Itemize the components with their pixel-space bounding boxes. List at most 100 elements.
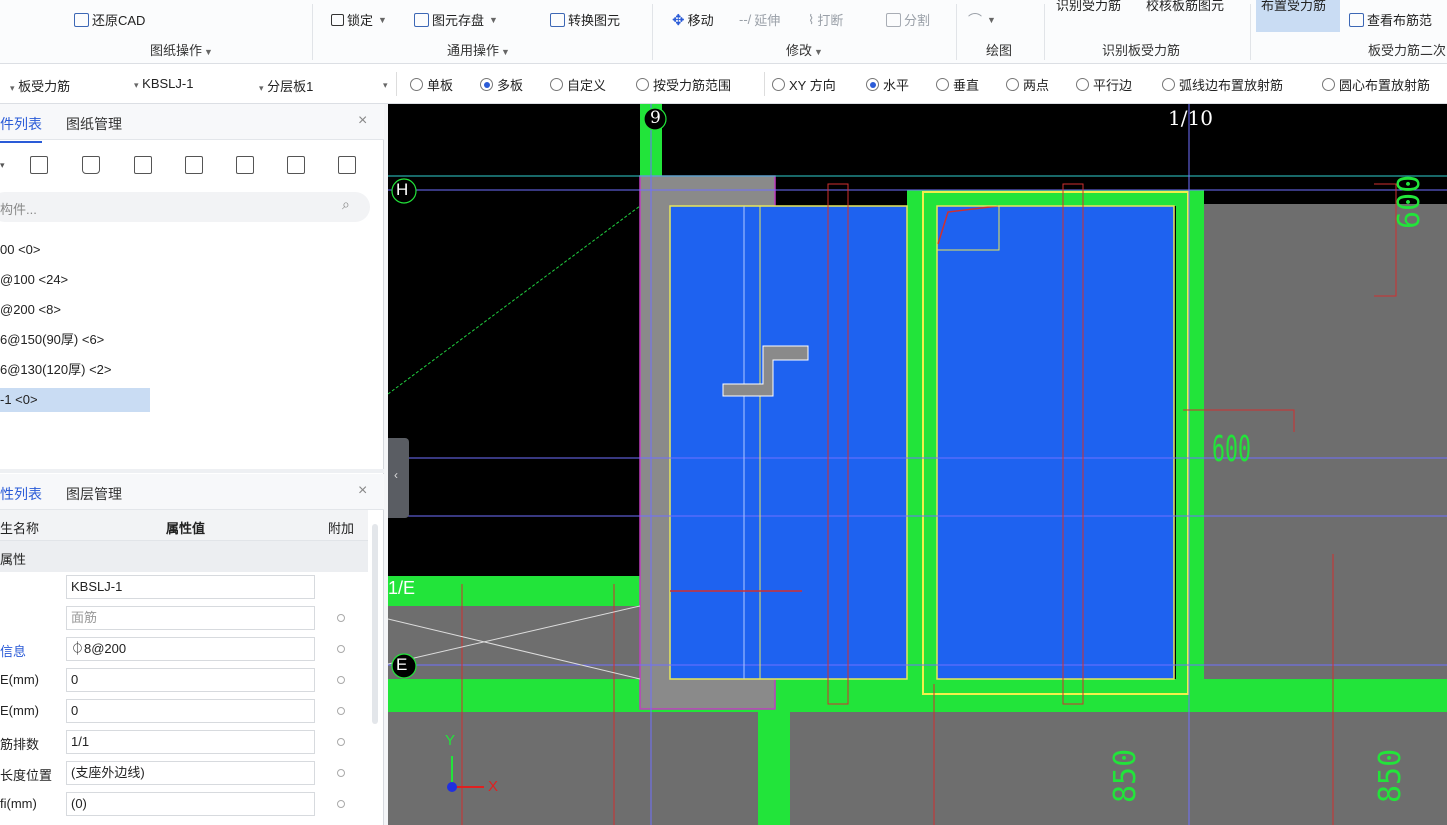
extra-checkbox[interactable] — [337, 645, 345, 653]
tab-property-list[interactable]: 性列表 — [0, 484, 42, 513]
category-select[interactable]: ▾ 板受力筋 — [8, 76, 70, 95]
component-tabbar: 件列表 图纸管理 × — [0, 104, 384, 143]
radio-option[interactable]: 圆心布置放射筋 — [1322, 75, 1430, 94]
place-rebar-button[interactable]: 布置受力筋 — [1256, 0, 1340, 32]
tree-item[interactable]: @200 <8> — [0, 298, 61, 322]
tree-item[interactable]: @100 <24> — [0, 268, 68, 292]
property-scrollbar[interactable] — [372, 524, 378, 724]
property-value-field[interactable]: 0 — [66, 668, 315, 692]
radio-option[interactable]: 弧线边布置放射筋 — [1162, 75, 1283, 94]
property-value-field[interactable]: (0) — [66, 792, 315, 816]
property-value-field[interactable]: KBSLJ-1 — [66, 575, 315, 599]
layer-select-arrow[interactable]: ▾ — [381, 76, 388, 91]
split-button[interactable]: 分割 — [886, 10, 930, 29]
chevron-down-icon[interactable]: ▾ — [0, 160, 5, 171]
group-general-ops[interactable]: 通用操作 ▼ — [447, 40, 510, 59]
property-row: 筋排数 1/1 — [0, 727, 384, 758]
left-panel: 件列表 图纸管理 × ▾ 构件... ⌕ 00 <0> @100 <24> @200… — [0, 104, 384, 825]
component-select[interactable]: ▾ KBSLJ-1 — [132, 76, 193, 91]
radio-circle[interactable] — [480, 78, 493, 91]
delete-icon[interactable] — [82, 156, 100, 174]
property-value-field[interactable]: 0 — [66, 699, 315, 723]
arc-draw-button[interactable]: ⌒ ▼ — [968, 10, 996, 30]
convert-elements-button[interactable]: 转换图元 — [550, 10, 620, 29]
copy-icon[interactable] — [30, 156, 48, 174]
radio-circle[interactable] — [866, 78, 879, 91]
lock-button[interactable]: 锁定 ▼ — [331, 10, 387, 29]
property-value-field[interactable]: 1/1 — [66, 730, 315, 754]
radio-circle[interactable] — [936, 78, 949, 91]
cad-canvas[interactable]: 9 1/10 H 1/E E 600 600 850 850 Y X — [388, 104, 1447, 825]
radio-circle[interactable] — [1162, 78, 1175, 91]
slab-selected[interactable] — [936, 205, 1175, 680]
restore-cad-button[interactable]: 还原CAD — [74, 10, 145, 29]
slab-region[interactable] — [388, 606, 642, 684]
property-row: KBSLJ-1 — [0, 572, 384, 603]
group-modify[interactable]: 修改 ▼ — [786, 40, 823, 59]
radio-circle[interactable] — [1006, 78, 1019, 91]
view-range-button[interactable]: 查看布筋范 — [1349, 10, 1432, 29]
list-icon[interactable] — [287, 156, 305, 174]
extra-checkbox[interactable] — [337, 738, 345, 746]
break-button[interactable]: ⌇ 打断 — [808, 10, 843, 29]
property-row: fi(mm) (0) — [0, 789, 384, 820]
property-value-field[interactable]: ⏀8@200 — [66, 637, 315, 661]
radio-circle[interactable] — [550, 78, 563, 91]
radio-label: 两点 — [1023, 78, 1050, 93]
tree-item[interactable]: 6@150(90厚) <6> — [0, 328, 104, 352]
tree-item[interactable]: -1 <0> — [0, 388, 150, 412]
check-rebar-button[interactable]: 校核板筋图元 — [1146, 0, 1224, 14]
tab-layer-management[interactable]: 图层管理 — [66, 484, 122, 504]
save-elements-button[interactable]: 图元存盘 ▼ — [414, 10, 498, 29]
splitter[interactable] — [0, 469, 384, 473]
close-icon[interactable]: × — [358, 112, 367, 130]
extra-checkbox[interactable] — [337, 614, 345, 622]
tab-component-list[interactable]: 件列表 — [0, 114, 42, 143]
panel-collapse-handle[interactable]: ‹ — [388, 438, 409, 518]
beam[interactable] — [1176, 190, 1204, 694]
radio-option[interactable]: 平行边 — [1076, 75, 1132, 94]
tab-drawing-management[interactable]: 图纸管理 — [66, 114, 122, 134]
radio-option[interactable]: 自定义 — [550, 75, 606, 94]
move-button[interactable]: ✥ 移动 — [672, 10, 714, 29]
search-box[interactable]: 构件... ⌕ — [0, 192, 370, 222]
extra-checkbox[interactable] — [337, 800, 345, 808]
group-drawing-ops[interactable]: 图纸操作 ▼ — [150, 40, 213, 59]
radio-option[interactable]: XY 方向 — [772, 75, 836, 94]
beam[interactable] — [388, 576, 642, 606]
extra-checkbox[interactable] — [337, 707, 345, 715]
radio-option[interactable]: 单板 — [410, 75, 453, 94]
radio-option[interactable]: 按受力筋范围 — [636, 75, 731, 94]
radio-circle[interactable] — [410, 78, 423, 91]
property-value-field[interactable]: 面筋 — [66, 606, 315, 630]
export-icon[interactable] — [236, 156, 254, 174]
radio-circle[interactable] — [1076, 78, 1089, 91]
extra-checkbox[interactable] — [337, 769, 345, 777]
close-icon[interactable]: × — [358, 482, 367, 500]
property-name: 长度位置 — [0, 768, 53, 783]
radio-option[interactable]: 水平 — [866, 75, 909, 94]
properties-icon[interactable] — [338, 156, 356, 174]
search-input[interactable]: 构件... — [0, 199, 37, 218]
tree-item[interactable]: 00 <0> — [0, 238, 41, 262]
radio-option[interactable]: 垂直 — [936, 75, 979, 94]
tree-item[interactable]: 6@130(120厚) <2> — [0, 358, 112, 382]
extend-button[interactable]: --/ 延伸 — [739, 10, 780, 29]
slab-region[interactable] — [388, 712, 1447, 825]
drawing-svg[interactable] — [388, 104, 1447, 825]
beam[interactable] — [758, 704, 790, 825]
slab-selected[interactable] — [669, 205, 908, 680]
property-section[interactable]: 属性 — [0, 541, 368, 572]
search-icon[interactable]: ⌕ — [342, 196, 350, 213]
copy-layer-icon[interactable] — [134, 156, 152, 174]
radio-circle[interactable] — [636, 78, 649, 91]
property-value-field[interactable]: (支座外边线) — [66, 761, 315, 785]
identify-rebar-button[interactable]: 识别受力筋 — [1056, 0, 1121, 14]
radio-circle[interactable] — [772, 78, 785, 91]
radio-option[interactable]: 两点 — [1006, 75, 1049, 94]
layer-select[interactable]: ▾ 分层板1 — [257, 76, 313, 95]
radio-option[interactable]: 多板 — [480, 75, 523, 94]
import-icon[interactable] — [185, 156, 203, 174]
radio-circle[interactable] — [1322, 78, 1335, 91]
extra-checkbox[interactable] — [337, 676, 345, 684]
